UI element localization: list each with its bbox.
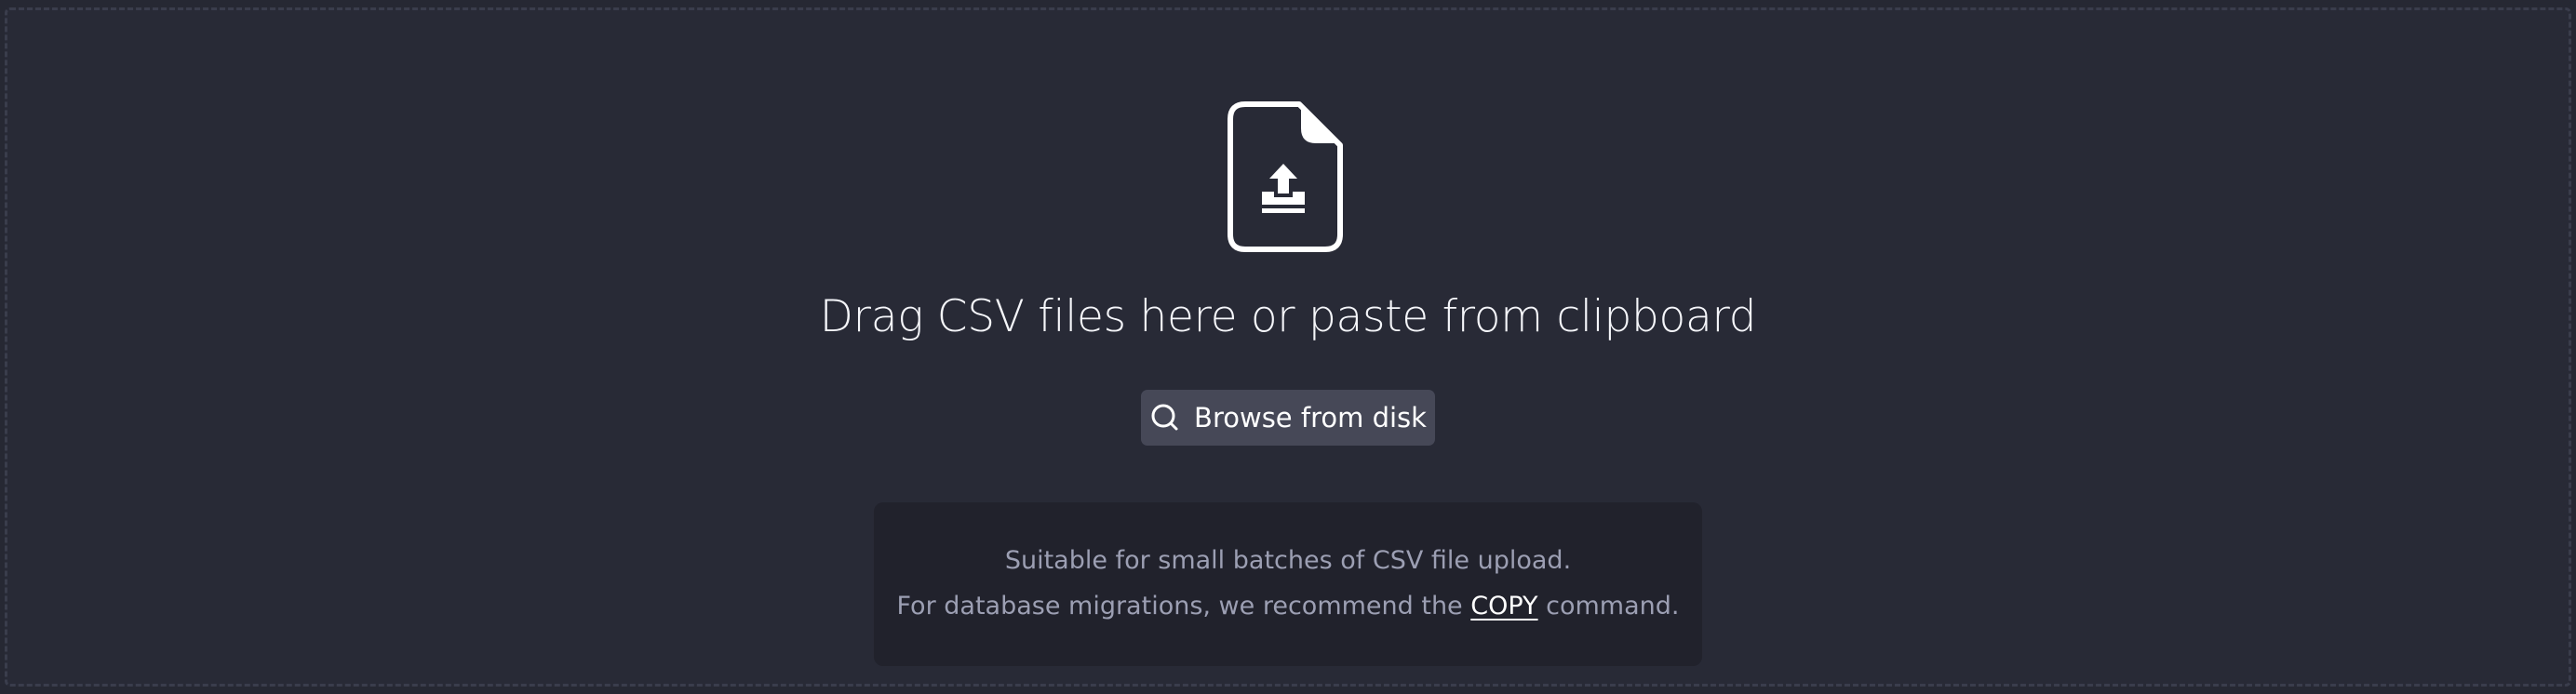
drop-instructions-heading: Drag CSV files here or paste from clipbo… xyxy=(819,291,1757,342)
info-line-prefix: For database migrations, we recommend th… xyxy=(896,592,1471,621)
search-icon xyxy=(1151,404,1178,431)
info-line-small-batches: Suitable for small batches of CSV file u… xyxy=(1004,546,1572,575)
browse-button-label: Browse from disk xyxy=(1194,402,1427,434)
file-upload-icon xyxy=(1227,100,1344,253)
browse-from-disk-button[interactable]: Browse from disk xyxy=(1141,390,1435,446)
info-line-migrations: For database migrations, we recommend th… xyxy=(874,583,1702,629)
info-line-suffix: command. xyxy=(1537,592,1680,621)
copy-command-link[interactable]: COPY xyxy=(1470,592,1537,621)
upload-info-box: Suitable for small batches of CSV file u… xyxy=(874,502,1702,666)
